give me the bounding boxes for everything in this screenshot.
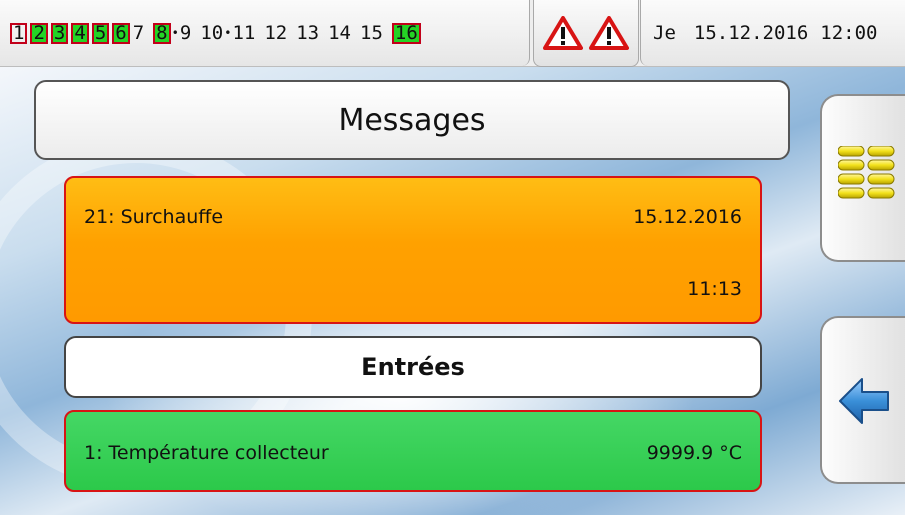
input-name: 1: Température collecteur (84, 442, 329, 464)
output-4: 4 (71, 22, 89, 44)
input-card[interactable]: 1: Température collecteur 9999.9 °C (64, 410, 762, 492)
output-16: 16 (391, 22, 421, 44)
output-link-dot: • (171, 26, 179, 40)
message-name: 21: Surchauffe (84, 206, 224, 228)
input-value: 9999.9 °C (646, 442, 742, 464)
message-time: 11:13 (687, 278, 742, 300)
section-title: Entrées (361, 353, 465, 381)
status-bar: 1 2 3 4 5 6 7 8 • 9 10 • 11 12 13 14 15 … (0, 0, 905, 67)
output-link-dot: • (224, 26, 232, 40)
output-6: 6 (112, 22, 130, 44)
alarm-indicator[interactable] (533, 0, 639, 67)
output-9: 9 (179, 22, 192, 44)
output-5: 5 (91, 22, 110, 44)
weekday: Je (653, 22, 676, 44)
back-arrow-icon (839, 378, 889, 424)
warning-icon (543, 16, 583, 50)
output-7: 7 (132, 22, 145, 44)
output-1: 1 (10, 22, 28, 44)
current-date: 15.12.2016 (693, 22, 809, 44)
output-10: 10 (200, 22, 224, 44)
page-title: Messages (34, 80, 790, 160)
current-time: 12:00 (820, 22, 878, 44)
section-header-inputs: Entrées (64, 336, 762, 398)
message-card[interactable]: 21: Surchauffe 15.12.2016 11:13 (64, 176, 762, 324)
output-14: 14 (328, 22, 351, 44)
output-status-strip[interactable]: 1 2 3 4 5 6 7 8 • 9 10 • 11 12 13 14 15 … (0, 0, 530, 66)
output-11: 11 (232, 22, 256, 44)
menu-grid-icon (838, 146, 895, 199)
message-date: 15.12.2016 (633, 206, 742, 228)
output-12: 12 (264, 22, 288, 44)
output-15: 15 (360, 22, 383, 44)
page-title-text: Messages (338, 102, 486, 138)
output-8: 8 (153, 22, 171, 44)
warning-icon (589, 16, 629, 50)
output-2: 2 (30, 22, 48, 44)
menu-button[interactable] (820, 94, 905, 262)
date-time-display[interactable]: Je 15.12.2016 12:00 (640, 0, 905, 66)
output-3: 3 (50, 22, 69, 44)
back-button[interactable] (820, 316, 905, 484)
output-13: 13 (296, 22, 320, 44)
